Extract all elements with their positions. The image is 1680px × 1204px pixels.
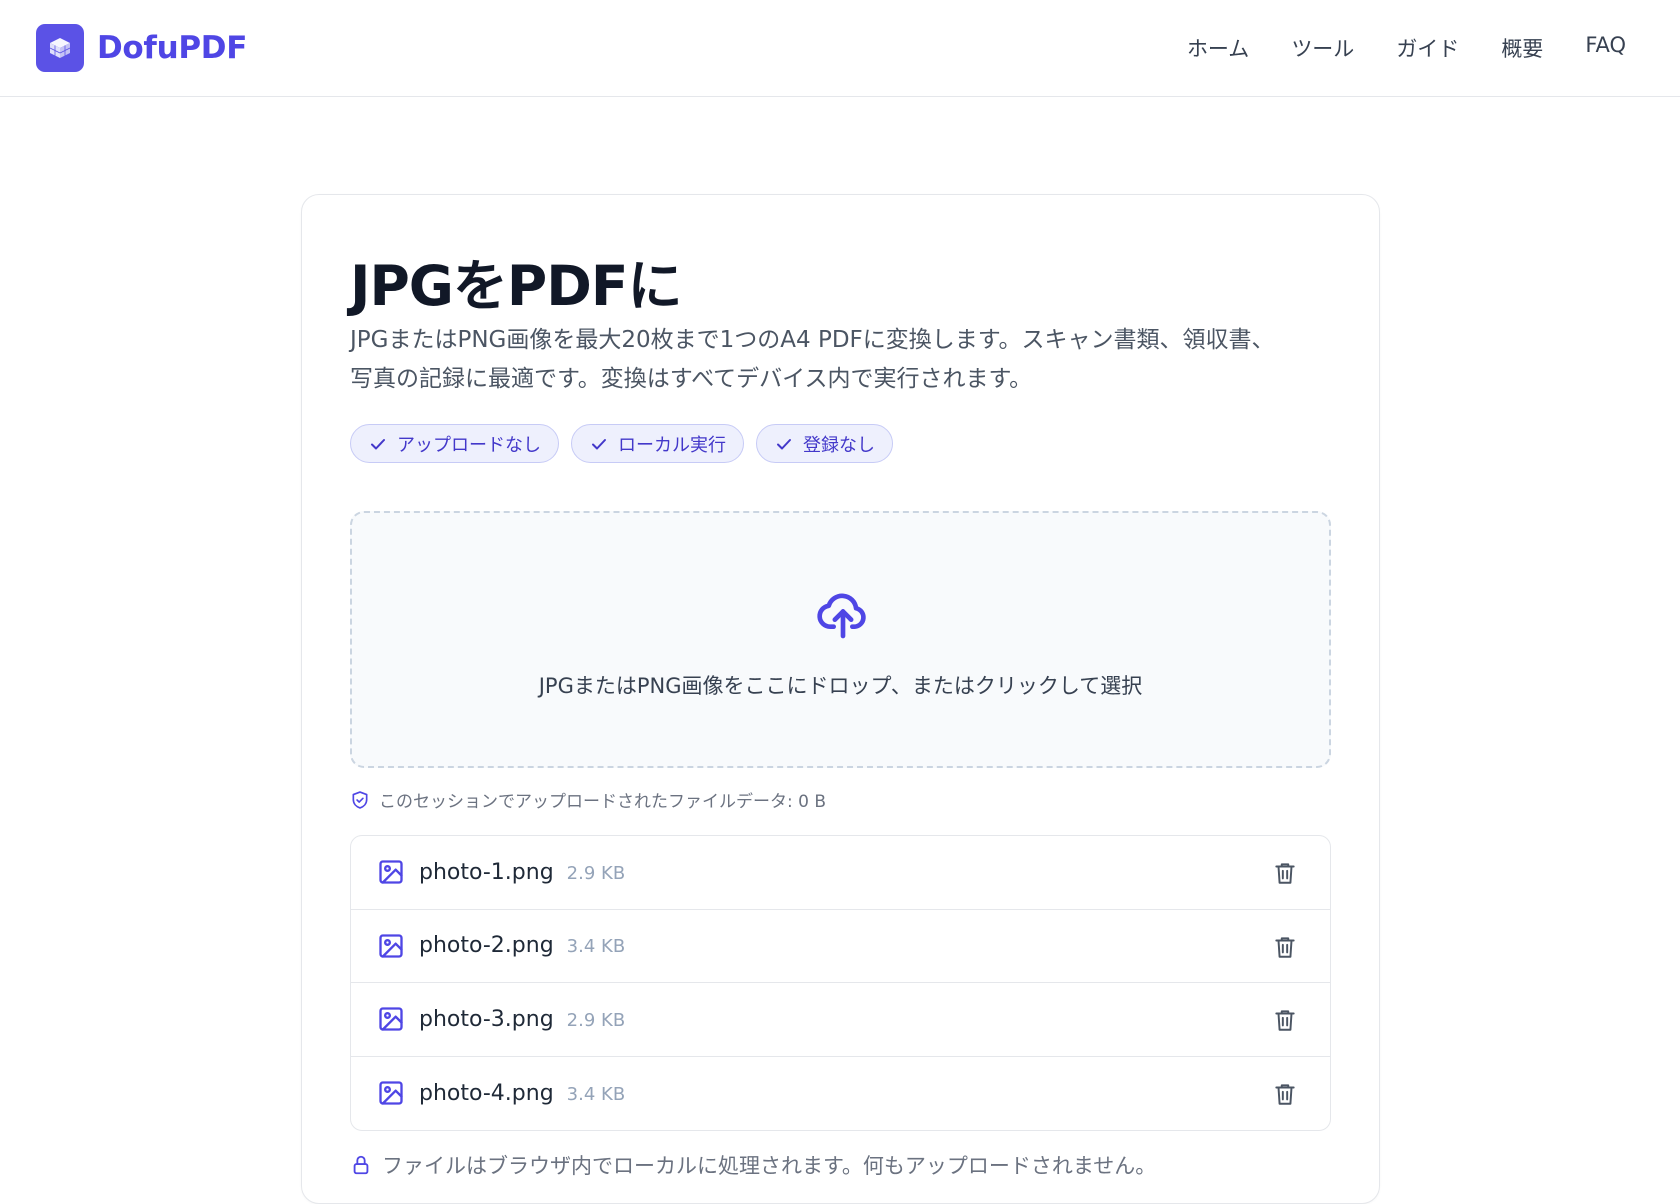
brand-name: DofuPDF — [97, 30, 248, 66]
badge-label: アップロードなし — [397, 434, 541, 456]
trash-icon[interactable] — [1272, 1081, 1298, 1107]
nav-faq[interactable]: FAQ — [1585, 33, 1626, 63]
nav-guide[interactable]: ガイド — [1396, 33, 1459, 63]
description-line-1: JPGまたはPNG画像を最大20枚まで1つのA4 PDFに変換します。スキャン書… — [350, 327, 1275, 353]
main-nav: ホーム ツール ガイド 概要 FAQ — [1187, 33, 1626, 63]
nav-about[interactable]: 概要 — [1501, 33, 1543, 63]
file-name: photo-2.png — [419, 933, 554, 959]
file-size: 2.9 KB — [566, 1009, 626, 1031]
lock-icon — [353, 1155, 369, 1175]
badge-no-upload: アップロードなし — [350, 424, 559, 463]
file-row: photo-3.png 2.9 KB — [351, 983, 1330, 1057]
feature-badges: アップロードなし ローカル実行 登録なし — [350, 424, 893, 463]
logo-icon — [36, 24, 84, 72]
file-list: photo-1.png 2.9 KB photo-2.png 3.4 KB ph… — [350, 835, 1331, 1131]
brand[interactable]: DofuPDF — [36, 24, 247, 72]
file-row: photo-4.png 3.4 KB — [351, 1057, 1330, 1131]
image-file-icon — [379, 1081, 403, 1105]
page-title: JPGをPDFに — [350, 254, 682, 318]
description-line-2: 写真の記録に最適です。変換はすべてデバイス内で実行されます。 — [350, 366, 1033, 392]
file-row: photo-2.png 3.4 KB — [351, 910, 1330, 983]
badge-local: ローカル実行 — [571, 424, 744, 463]
dropzone-text: JPGまたはPNG画像をここにドロップ、またはクリックして選択 — [538, 674, 1143, 698]
shield-check-icon — [352, 790, 368, 809]
badge-no-signup: 登録なし — [756, 424, 893, 463]
file-name: photo-1.png — [419, 859, 554, 885]
file-dropzone[interactable]: JPGまたはPNG画像をここにドロップ、またはクリックして選択 — [350, 511, 1331, 768]
nav-home[interactable]: ホーム — [1187, 33, 1249, 63]
badge-label: ローカル実行 — [618, 434, 726, 456]
file-size: 3.4 KB — [566, 1083, 626, 1105]
file-size: 3.4 KB — [566, 936, 626, 958]
image-file-icon — [379, 1007, 403, 1031]
check-icon — [371, 438, 385, 449]
file-name: photo-4.png — [419, 1080, 554, 1106]
file-row: photo-1.png 2.9 KB — [351, 836, 1330, 910]
session-info: このセッションでアップロードされたファイルデータ: 0 B — [350, 787, 826, 812]
cloud-upload-icon — [817, 593, 866, 639]
nav-tools[interactable]: ツール — [1291, 33, 1354, 63]
session-text: このセッションでアップロードされたファイルデータ: 0 B — [379, 792, 827, 812]
image-file-icon — [379, 934, 403, 958]
image-file-icon — [379, 860, 403, 884]
trash-icon[interactable] — [1272, 934, 1298, 960]
site-header: DofuPDF ホーム ツール ガイド 概要 FAQ — [0, 0, 1680, 97]
check-icon — [592, 438, 606, 449]
local-note-text: ファイルはブラウザ内でローカルに処理されます。何もアップロードされません。 — [382, 1154, 1157, 1178]
page-description: JPGまたはPNG画像を最大20枚まで1つのA4 PDFに変換します。スキャン書… — [350, 321, 1340, 399]
badge-label: 登録なし — [803, 434, 875, 456]
file-name: photo-3.png — [419, 1006, 554, 1032]
trash-icon[interactable] — [1272, 1007, 1298, 1033]
local-processing-note: ファイルはブラウザ内でローカルに処理されます。何もアップロードされません。 — [350, 1150, 1156, 1180]
trash-icon[interactable] — [1272, 860, 1298, 886]
file-size: 2.9 KB — [566, 862, 626, 884]
check-icon — [777, 438, 791, 449]
tool-card: JPGをPDFに JPGまたはPNG画像を最大20枚まで1つのA4 PDFに変換… — [301, 194, 1380, 1204]
